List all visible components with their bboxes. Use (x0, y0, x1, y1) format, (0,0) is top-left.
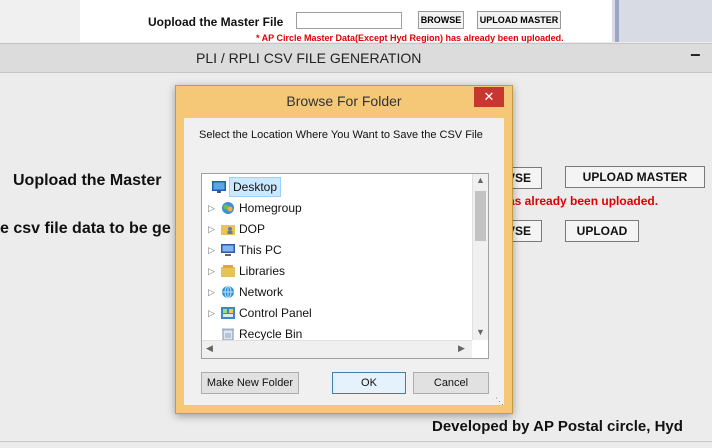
background-edge-bar (615, 0, 619, 42)
expand-arrow-icon[interactable]: ▷ (208, 219, 215, 239)
make-new-folder-button[interactable]: Make New Folder (201, 372, 299, 394)
expand-arrow-icon[interactable]: ▷ (208, 303, 215, 323)
cancel-button[interactable]: Cancel (413, 372, 489, 394)
tree-item-label: Libraries (239, 264, 286, 278)
upload-master-button[interactable]: UPLOAD MASTER (565, 166, 705, 188)
tree-item-network[interactable]: ▷ Network (202, 282, 472, 302)
folder-tree[interactable]: Desktop ▷ Homegroup ▷ DOP ▷ This PC ▷ Li… (201, 173, 489, 359)
tree-horizontal-scrollbar[interactable]: ◀ ▶ (202, 340, 472, 358)
tree-item-label: Homegroup (239, 201, 302, 215)
tree-vertical-scrollbar[interactable]: ▲ ▼ (472, 174, 488, 340)
scroll-right-icon[interactable]: ▶ (458, 343, 465, 354)
app-title-bar: PLI / RPLI CSV FILE GENERATION − (0, 43, 712, 73)
expand-arrow-icon[interactable]: ▷ (208, 261, 215, 281)
tree-item-control-panel[interactable]: ▷ Control Panel (202, 303, 472, 323)
scroll-thumb[interactable] (475, 191, 486, 241)
libraries-icon (221, 265, 235, 277)
top-master-file-input[interactable] (296, 12, 402, 29)
expand-arrow-icon[interactable]: ▷ (208, 282, 215, 302)
network-icon (222, 285, 234, 299)
upload-button[interactable]: UPLOAD (565, 220, 639, 242)
resize-grip-icon[interactable]: ⋱ (495, 396, 504, 407)
control-panel-icon (221, 307, 235, 319)
top-master-label: Uopload the Master File (148, 15, 284, 29)
background-right-edge (612, 0, 712, 42)
master-upload-label: Uopload the Master (13, 172, 162, 189)
csv-generate-label: e csv file data to be ge (0, 220, 171, 237)
footer-credit: Developed by AP Postal circle, Hyd (432, 418, 683, 435)
footer-divider (0, 441, 712, 442)
background-left-pane (0, 0, 80, 42)
browse-for-folder-dialog: Browse For Folder ✕ Select the Location … (175, 85, 513, 414)
top-browse-button[interactable]: BROWSE (418, 11, 464, 29)
expand-arrow-icon[interactable]: ▷ (208, 240, 215, 260)
dialog-close-button[interactable]: ✕ (474, 87, 504, 107)
expand-arrow-icon[interactable]: ▷ (208, 198, 215, 218)
upload-status-message: as already been uploaded. (508, 194, 659, 208)
homegroup-icon (222, 202, 234, 214)
tree-item-dop[interactable]: ▷ DOP (202, 219, 472, 239)
top-upload-note: * AP Circle Master Data(Except Hyd Regio… (256, 33, 564, 43)
tree-item-homegroup[interactable]: ▷ Homegroup (202, 198, 472, 218)
tree-item-this-pc[interactable]: ▷ This PC (202, 240, 472, 260)
dialog-client-area: Select the Location Where You Want to Sa… (184, 118, 504, 407)
app-title: PLI / RPLI CSV FILE GENERATION (196, 50, 422, 66)
top-upload-master-button[interactable]: UPLOAD MASTER (477, 11, 561, 29)
minimize-button[interactable]: − (690, 45, 701, 66)
ok-button[interactable]: OK (332, 372, 406, 394)
desktop-icon (212, 181, 226, 193)
tree-item-label: Control Panel (239, 306, 312, 320)
tree-item-desktop[interactable]: Desktop (202, 177, 472, 197)
scroll-left-icon[interactable]: ◀ (206, 343, 213, 354)
tree-item-label: DOP (239, 222, 266, 236)
tree-item-label: Desktop (229, 177, 282, 197)
scroll-up-icon[interactable]: ▲ (476, 175, 485, 185)
tree-item-label: Network (239, 285, 284, 299)
scroll-down-icon[interactable]: ▼ (476, 327, 485, 337)
dialog-title: Browse For Folder (286, 93, 402, 109)
computer-icon (221, 244, 235, 256)
tree-item-libraries[interactable]: ▷ Libraries (202, 261, 472, 281)
dialog-instruction: Select the Location Where You Want to Sa… (199, 129, 483, 141)
background-top-strip: Uopload the Master File BROWSE UPLOAD MA… (0, 0, 712, 43)
recycle-bin-icon (222, 328, 234, 341)
user-folder-icon (221, 225, 235, 235)
tree-item-label: This PC (239, 243, 282, 257)
